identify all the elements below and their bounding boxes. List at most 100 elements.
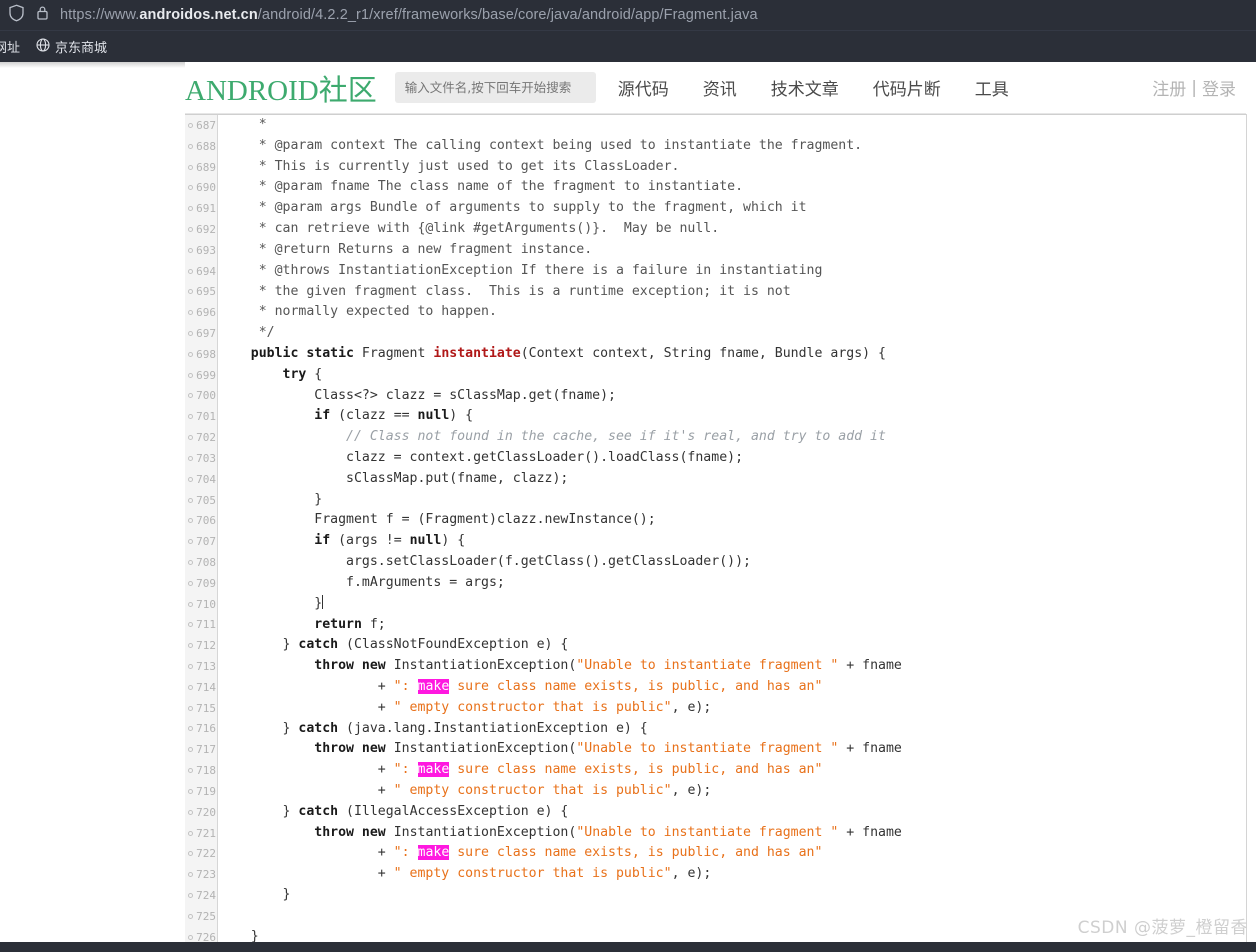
line-bullet-icon[interactable] (188, 226, 194, 232)
line-bullet-icon[interactable] (188, 414, 194, 420)
line-bullet-icon[interactable] (188, 476, 194, 482)
line-number-row[interactable]: 703 (185, 448, 218, 469)
line-bullet-icon[interactable] (188, 268, 194, 274)
line-bullet-icon[interactable] (188, 768, 194, 774)
line-number-row[interactable]: 713 (185, 656, 218, 677)
line-number-row[interactable]: 690 (185, 177, 218, 198)
line-bullet-icon[interactable] (188, 705, 194, 711)
shield-icon[interactable] (8, 4, 25, 27)
line-bullet-icon[interactable] (188, 143, 194, 149)
line-bullet-icon[interactable] (188, 393, 194, 399)
line-bullet-icon[interactable] (188, 122, 194, 128)
line-bullet-icon[interactable] (188, 601, 194, 607)
line-number-row[interactable]: 687 (185, 115, 218, 136)
line-bullet-icon[interactable] (188, 185, 194, 191)
code-token: " empty constructor that is public" (393, 866, 672, 882)
line-number-row[interactable]: 709 (185, 573, 218, 594)
line-bullet-icon[interactable] (188, 830, 194, 836)
line-number-row[interactable]: 711 (185, 615, 218, 636)
line-bullet-icon[interactable] (188, 164, 194, 170)
line-bullet-icon[interactable] (188, 289, 194, 295)
line-number-row[interactable]: 691 (185, 198, 218, 219)
line-number-row[interactable]: 724 (185, 885, 218, 906)
scrollbar-track[interactable] (1247, 114, 1256, 952)
line-bullet-icon[interactable] (188, 247, 194, 253)
nav-item-news[interactable]: 资讯 (703, 75, 737, 100)
line-number-row[interactable]: 705 (185, 490, 218, 511)
line-number-row[interactable]: 706 (185, 510, 218, 531)
line-bullet-icon[interactable] (188, 643, 194, 649)
line-bullet-icon[interactable] (188, 580, 194, 586)
line-number-row[interactable]: 697 (185, 323, 218, 344)
lock-icon[interactable] (35, 4, 50, 27)
code-token: } (219, 720, 299, 736)
line-number-row[interactable]: 696 (185, 302, 218, 323)
line-bullet-icon[interactable] (188, 331, 194, 337)
line-bullet-icon[interactable] (188, 539, 194, 545)
line-bullet-icon[interactable] (188, 372, 194, 378)
line-bullet-icon[interactable] (188, 518, 194, 524)
nav-item-tools[interactable]: 工具 (975, 75, 1009, 100)
line-bullet-icon[interactable] (188, 351, 194, 357)
line-bullet-icon[interactable] (188, 851, 194, 857)
bookmark-item-clipped[interactable]: 网址 (0, 35, 24, 58)
line-bullet-icon[interactable] (188, 788, 194, 794)
url-text[interactable]: https://www.androidos.net.cn/android/4.2… (60, 7, 758, 23)
line-number-row[interactable]: 712 (185, 635, 218, 656)
line-number-row[interactable]: 704 (185, 469, 218, 490)
search-input[interactable] (394, 72, 596, 103)
line-number-row[interactable]: 725 (185, 906, 218, 927)
line-number-row[interactable]: 708 (185, 552, 218, 573)
line-number-row[interactable]: 698 (185, 344, 218, 365)
line-number-row[interactable]: 695 (185, 282, 218, 303)
line-number-row[interactable]: 718 (185, 760, 218, 781)
line-number-row[interactable]: 689 (185, 157, 218, 178)
line-bullet-icon[interactable] (188, 872, 194, 878)
line-number-row[interactable]: 723 (185, 864, 218, 885)
line-bullet-icon[interactable] (188, 622, 194, 628)
line-number-row[interactable]: 700 (185, 386, 218, 407)
line-number-row[interactable]: 701 (185, 406, 218, 427)
line-bullet-icon[interactable] (188, 892, 194, 898)
line-bullet-icon[interactable] (188, 664, 194, 670)
code-token: args.setClassLoader(f.getClass().getClas… (219, 554, 751, 570)
nav-item-source-code[interactable]: 源代码 (618, 75, 669, 100)
line-bullet-icon[interactable] (188, 435, 194, 441)
nav-item-tech-articles[interactable]: 技术文章 (771, 75, 839, 100)
login-link[interactable]: 登录 (1202, 75, 1236, 100)
line-number-row[interactable]: 688 (185, 136, 218, 157)
line-number-row[interactable]: 719 (185, 781, 218, 802)
line-bullet-icon[interactable] (188, 726, 194, 732)
line-number-row[interactable]: 693 (185, 240, 218, 261)
line-number-row[interactable]: 714 (185, 677, 218, 698)
line-bullet-icon[interactable] (188, 497, 194, 503)
line-number-row[interactable]: 721 (185, 823, 218, 844)
line-bullet-icon[interactable] (188, 934, 194, 940)
line-bullet-icon[interactable] (188, 559, 194, 565)
line-bullet-icon[interactable] (188, 684, 194, 690)
line-number-row[interactable]: 699 (185, 365, 218, 386)
code-content[interactable]: * * @param context The calling context b… (219, 115, 902, 952)
line-number-row[interactable]: 702 (185, 427, 218, 448)
line-number-row[interactable]: 722 (185, 843, 218, 864)
line-bullet-icon[interactable] (188, 455, 194, 461)
line-bullet-icon[interactable] (188, 206, 194, 212)
line-number-row[interactable]: 694 (185, 261, 218, 282)
line-number-row[interactable]: 715 (185, 698, 218, 719)
bookmark-item-jd[interactable]: 京东商城 (32, 35, 111, 58)
line-number-row[interactable]: 692 (185, 219, 218, 240)
nav-item-code-snippets[interactable]: 代码片断 (873, 75, 941, 100)
line-bullet-icon[interactable] (188, 913, 194, 919)
site-logo[interactable]: ANDROID社区 (185, 67, 377, 109)
line-bullet-icon[interactable] (188, 747, 194, 753)
line-bullet-icon[interactable] (188, 310, 194, 316)
line-number-row[interactable]: 710 (185, 594, 218, 615)
register-link[interactable]: 注册 (1152, 75, 1186, 100)
browser-url-bar[interactable]: https://www.androidos.net.cn/android/4.2… (0, 0, 1256, 30)
line-number-row[interactable]: 717 (185, 739, 218, 760)
line-number-row[interactable]: 707 (185, 531, 218, 552)
line-number-row[interactable]: 720 (185, 802, 218, 823)
line-number-row[interactable]: 716 (185, 719, 218, 740)
line-bullet-icon[interactable] (188, 809, 194, 815)
